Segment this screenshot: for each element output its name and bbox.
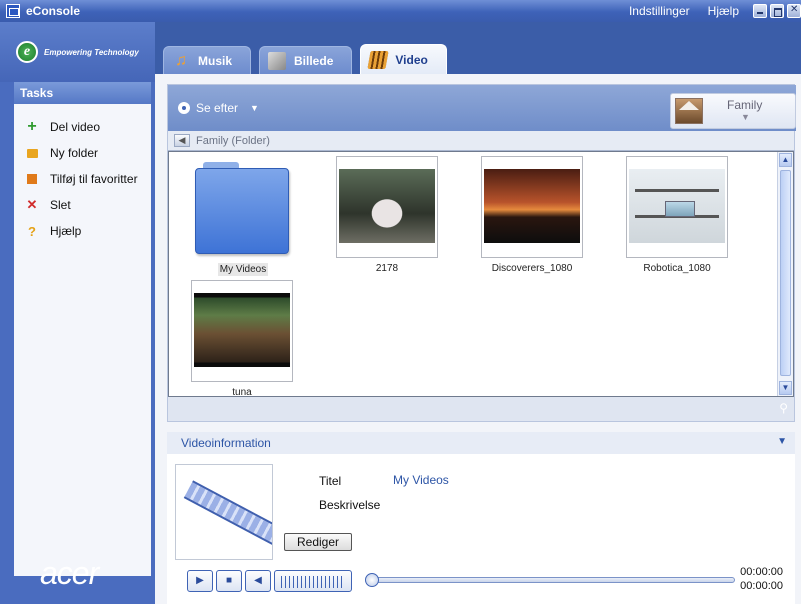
task-label: Del video (50, 120, 101, 134)
tasks-list: + Del video Ny folder Tilføj til favorit… (14, 104, 151, 576)
file-grid: My Videos 2178 Discoverers_1080 Robotica… (168, 151, 794, 398)
task-help[interactable]: ? Hjælp (14, 218, 151, 244)
file-item-video[interactable]: tuna (190, 280, 294, 398)
main-area: Se efter ▼ Family ▼ ◀ Family (Folder) My… (155, 74, 801, 604)
file-name: Robotica_1080 (643, 263, 711, 274)
back-arrow-icon[interactable]: ◀ (174, 134, 190, 147)
maximize-icon[interactable] (770, 4, 784, 18)
player-controls: ▶ ■ ◀ (187, 570, 352, 592)
scroll-up-icon[interactable]: ▲ (779, 153, 792, 167)
album-selector[interactable]: Family ▼ (670, 93, 796, 129)
video-thumbnail (626, 156, 728, 258)
file-item-video[interactable]: Discoverers_1080 (480, 156, 584, 274)
seek-handle[interactable] (365, 573, 379, 587)
tab-music[interactable]: ♫ Musik (163, 46, 252, 74)
title-label: Titel (319, 474, 342, 488)
task-label: Tilføj til favoritter (50, 172, 138, 186)
plus-icon: + (27, 118, 37, 135)
browser-panel: Se efter ▼ Family ▼ ◀ Family (Folder) My… (167, 84, 796, 422)
video-thumbnail (336, 156, 438, 258)
tab-photo[interactable]: Billede (259, 46, 353, 74)
title-value: My Videos (393, 473, 449, 487)
video-info-title: Videoinformation (181, 436, 271, 450)
stop-icon[interactable]: ■ (216, 570, 242, 592)
eye-icon (178, 102, 190, 114)
breadcrumb: ◀ Family (Folder) (168, 131, 794, 151)
new-folder-icon (26, 148, 38, 158)
title-bar: eConsole Indstillinger Hjælp (0, 0, 801, 22)
search-bar: ⚲ (168, 397, 794, 421)
left-panel: e Empowering Technology Tasks + Del vide… (0, 22, 155, 604)
video-info-panel: Videoinformation ▼ Titel My Videos Beskr… (167, 432, 795, 604)
file-item-video[interactable]: Robotica_1080 (625, 156, 729, 274)
task-label: Ny folder (50, 146, 99, 160)
view-dropdown[interactable]: Se efter ▼ (178, 101, 259, 115)
minimize-icon[interactable] (753, 4, 767, 18)
vertical-scrollbar[interactable]: ▲ ▼ (777, 152, 793, 396)
chevron-down-icon: ▼ (741, 112, 750, 122)
file-item-video[interactable]: 2178 (335, 156, 439, 274)
task-new-folder[interactable]: Ny folder (14, 140, 151, 166)
video-thumbnail (191, 280, 293, 382)
video-icon (367, 50, 389, 69)
scroll-thumb[interactable] (780, 170, 791, 376)
file-name: Discoverers_1080 (491, 263, 573, 274)
music-icon: ♫ (175, 51, 187, 69)
chevron-down-icon: ▼ (250, 103, 259, 113)
tab-label: Musik (198, 53, 233, 68)
volume-slider[interactable] (274, 570, 352, 592)
chevron-down-icon[interactable]: ▼ (777, 436, 787, 447)
tab-label: Billede (294, 53, 334, 68)
task-label: Hjælp (50, 224, 82, 238)
close-icon[interactable] (787, 4, 801, 18)
house-icon (675, 98, 703, 124)
video-preview (175, 464, 273, 560)
acer-logo: acer (40, 555, 99, 591)
task-share-video[interactable]: + Del video (14, 114, 151, 140)
task-delete[interactable]: ✕ Slet (14, 192, 151, 218)
view-label: Se efter (196, 101, 239, 115)
media-tabs: ♫ Musik Billede Video (155, 44, 447, 74)
description-label: Beskrivelse (319, 498, 381, 512)
brand-bar: e Empowering Technology (0, 22, 155, 82)
app-icon (6, 4, 20, 18)
film-strip-icon (183, 480, 272, 550)
help-icon: ? (28, 223, 36, 239)
task-label: Slet (50, 198, 71, 212)
file-name: My Videos (217, 263, 269, 276)
browser-toolbar: Se efter ▼ Family ▼ (168, 85, 796, 131)
folder-icon (195, 162, 289, 254)
delete-icon: ✕ (26, 197, 38, 212)
add-favorite-icon (27, 173, 37, 184)
task-add-favorite[interactable]: Tilføj til favoritter (14, 166, 151, 192)
search-icon[interactable]: ⚲ (779, 401, 788, 415)
breadcrumb-path: Family (Folder) (196, 134, 270, 147)
video-info-header[interactable]: Videoinformation ▼ (167, 432, 795, 454)
photo-icon (268, 51, 287, 70)
time-position: 00:00:00 (740, 566, 783, 578)
volume-icon[interactable]: ◀ (245, 570, 271, 592)
scroll-down-icon[interactable]: ▼ (779, 381, 792, 395)
menu-settings[interactable]: Indstillinger (629, 4, 690, 18)
album-label: Family (727, 98, 763, 112)
time-duration: 00:00:00 (740, 580, 783, 592)
brand-tagline: Empowering Technology (44, 47, 139, 57)
tab-video[interactable]: Video (360, 44, 447, 74)
empowering-logo-icon: e (16, 41, 38, 63)
app-title: eConsole (26, 4, 81, 18)
tab-label: Video (395, 52, 428, 67)
menu-help[interactable]: Hjælp (708, 4, 739, 18)
top-menu: Indstillinger Hjælp (629, 4, 739, 18)
video-thumbnail (481, 156, 583, 258)
window-controls (753, 4, 801, 18)
seek-bar[interactable] (373, 577, 735, 583)
file-item-folder[interactable]: My Videos (191, 156, 295, 276)
edit-button[interactable]: Rediger (284, 533, 352, 551)
play-icon[interactable]: ▶ (187, 570, 213, 592)
file-name: 2178 (375, 263, 399, 274)
tasks-header: Tasks (14, 82, 151, 104)
